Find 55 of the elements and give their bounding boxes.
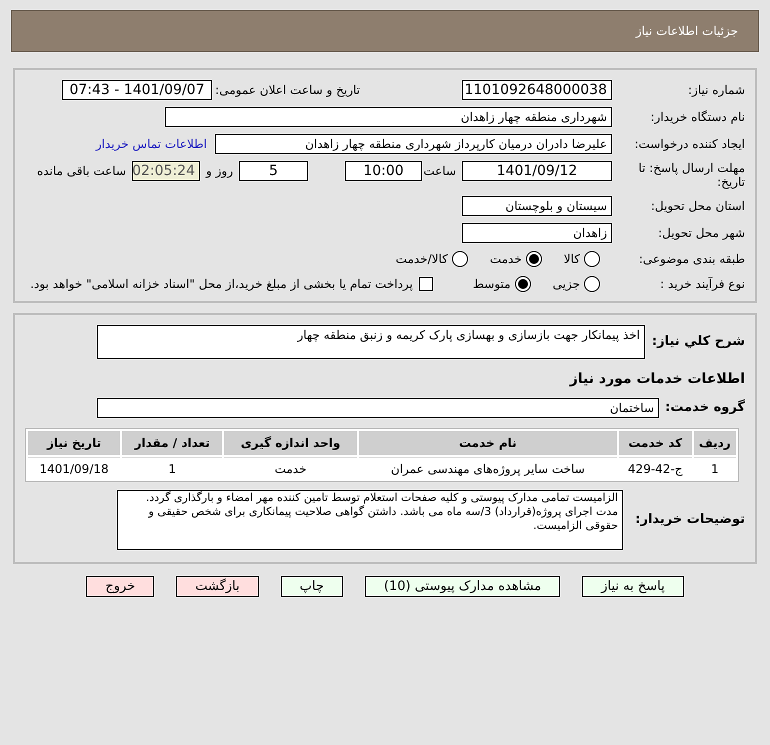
radio-button[interactable] [584,276,600,292]
field-label: شماره نیاز: [687,82,745,99]
field-label: گروه خدمت: [664,398,745,418]
input-field[interactable]: 10:00 [345,161,422,181]
column-header: ردیف [694,431,736,455]
field-label: طبقه بندی موضوعی: [638,251,745,268]
field-label: تاریخ و ساعت اعلان عمومی: [214,82,360,99]
field-label: توضیحات خریدار: [634,511,745,530]
checkbox[interactable] [418,277,433,291]
input-field[interactable]: 5 [239,161,308,181]
remaining-label: ساعت باقی مانده [36,163,126,180]
input-field[interactable]: 1101092648000038 [462,80,612,100]
radio-label: متوسط [472,276,511,293]
radio-button[interactable] [452,251,468,267]
field-label: نوع فرآیند خرید : [659,276,745,293]
countdown-field[interactable]: 02:05:24 [132,161,200,181]
input-field[interactable]: شهرداری منطقه چهار زاهدان [165,107,612,127]
column-header: کد خدمت [618,431,692,455]
input-field[interactable]: سیستان و بلوچستان [462,196,612,216]
action-button[interactable]: مشاهده مدارک پیوستی (10) [364,576,560,597]
section-title: اطلاعات خدمات مورد نیاز [568,370,745,389]
radio-button[interactable] [514,276,531,292]
radio-button[interactable] [584,251,600,267]
checkbox-label: پرداخت تمام یا بخشی از مبلغ خرید،از محل "اسناد خزانه اسلامی" خواهد بود. [30,276,413,293]
radio-label: خدمت [490,251,522,268]
table-cell: ساخت سایر پروژه‌های مهندسی عمران [358,457,617,479]
column-header: تعداد / مقدار [122,431,222,455]
action-button[interactable]: بازگشت [176,576,259,597]
field-label: مهلت ارسال پاسخ: تا تاریخ: [637,161,745,189]
radio-button[interactable] [526,251,542,267]
input-field[interactable]: علیرضا دادران درمیان کارپرداز شهرداری منطقه چهار زاهدان [215,134,612,154]
field-label: ایجاد کننده درخواست: [633,136,745,153]
action-button[interactable]: چاپ [280,576,343,597]
action-button[interactable]: خروج [86,576,154,597]
input-field[interactable]: ساختمان [97,398,659,418]
input-field[interactable]: زاهدان [462,223,612,243]
column-header: واحد اندازه گیری [224,431,357,455]
description-field[interactable]: اخذ پیمانکار جهت بازسازی و بهسازی پارک کریمه و زنبق منطقه چهار [97,325,645,359]
field-label: شهر محل تحویل: [657,225,745,242]
buyer-notes-field: الزامیست تمامی مدارک پیوستی و کلیه صفحات استعلام توسط تامین کننده مهر امضاء و بارگذاری گردد. مدت اجرای پروژه(قرارداد) 3/سه ماه می باشد. داشتن گواهی صلاحیت پیمانکاری برای شخص حقیقی و حقوقی الزامیست. [117,490,623,550]
field-label: استان محل تحویل: [650,198,745,215]
buyer-contact-link[interactable]: اطلاعات تماس خریدار [96,135,207,153]
table-cell: ج-42-429 [618,457,692,479]
action-button[interactable]: پاسخ به نیاز [582,576,684,597]
column-header: تاریخ نیاز [28,431,120,455]
field-label: شرح كلي نياز: [650,333,745,352]
radio-label: جزیی [552,276,580,293]
radio-label: کالا [564,251,580,268]
input-field[interactable]: 1401/09/12 [462,161,612,181]
days-label: روز و [206,163,233,180]
input-field[interactable]: 1401/09/07 - 07:43 [62,80,212,100]
page-title: جزئیات اطلاعات نیاز [636,23,738,40]
radio-label: کالا/خدمت [396,251,448,268]
field-label: نام دستگاه خریدار: [650,109,745,126]
column-header: نام خدمت [358,431,617,455]
